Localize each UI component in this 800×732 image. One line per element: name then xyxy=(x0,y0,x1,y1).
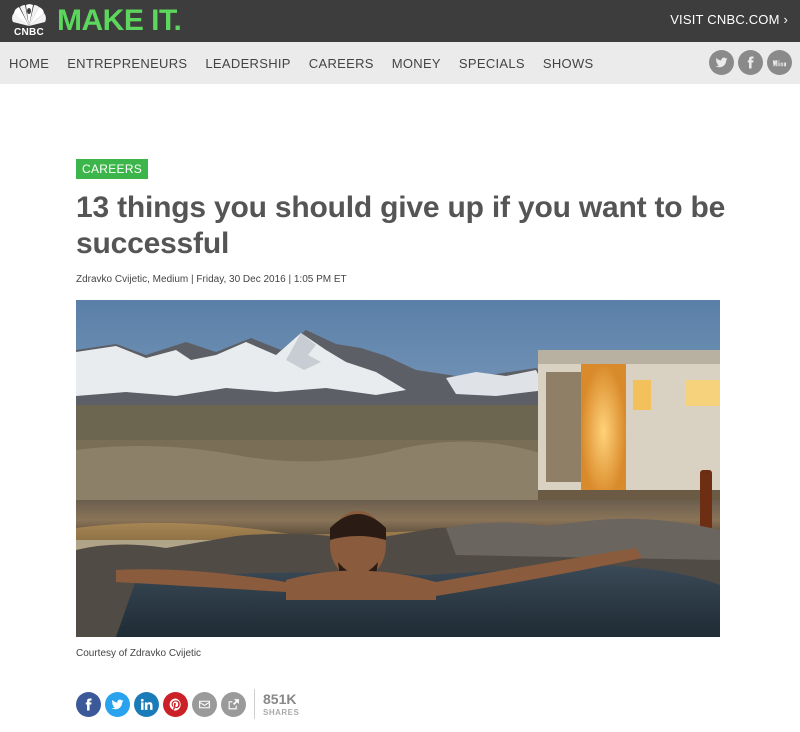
nav-item-careers[interactable]: CAREERS xyxy=(309,56,374,71)
youtube-icon xyxy=(773,60,786,67)
facebook-icon xyxy=(85,698,92,710)
nav-list: HOME ENTREPRENEURS LEADERSHIP CAREERS MO… xyxy=(9,42,612,84)
share-email-button[interactable] xyxy=(192,691,217,717)
share-more-button[interactable] xyxy=(221,691,246,717)
cnbc-wordmark[interactable]: CNBC xyxy=(8,27,50,38)
make-it-logo[interactable]: MAKE IT. xyxy=(57,4,182,38)
category-tag[interactable]: CAREERS xyxy=(76,159,149,179)
image-caption: Courtesy of Zdravko Cvijetic xyxy=(76,648,202,659)
nav-item-shows[interactable]: SHOWS xyxy=(543,56,594,71)
nav-item-entrepreneurs[interactable]: ENTREPRENEURS xyxy=(67,56,187,71)
visit-cnbc-link[interactable]: VISIT CNBC.COM › xyxy=(670,12,788,27)
hero-image xyxy=(76,300,720,637)
header-twitter-button[interactable] xyxy=(709,50,734,75)
article-headline: 13 things you should give up if you want… xyxy=(76,191,726,260)
share-twitter-button[interactable] xyxy=(105,691,130,717)
header-youtube-button[interactable] xyxy=(767,50,792,75)
share-bar: 851K SHARES xyxy=(76,689,299,719)
header-facebook-button[interactable] xyxy=(738,50,763,75)
share-count-label: SHARES xyxy=(263,707,300,717)
nav-item-home[interactable]: HOME xyxy=(9,56,49,71)
share-linkedin-button[interactable] xyxy=(134,691,159,717)
linkedin-icon xyxy=(140,698,153,710)
pinterest-icon xyxy=(169,698,181,711)
main-nav: HOME ENTREPRENEURS LEADERSHIP CAREERS MO… xyxy=(0,42,800,84)
share-facebook-button[interactable] xyxy=(76,691,101,717)
nav-item-leadership[interactable]: LEADERSHIP xyxy=(205,56,290,71)
twitter-icon xyxy=(111,699,124,709)
header-social-links xyxy=(709,50,792,75)
share-count: 851K xyxy=(263,690,297,707)
share-counter: 851K SHARES xyxy=(263,692,299,717)
email-icon xyxy=(199,700,210,708)
share-icon xyxy=(228,698,239,709)
hero-photo-illustration xyxy=(76,300,720,637)
nav-item-specials[interactable]: SPECIALS xyxy=(459,56,525,71)
article-byline: Zdravko Cvijetic, Medium | Friday, 30 De… xyxy=(76,274,347,285)
share-divider xyxy=(254,689,255,719)
twitter-icon xyxy=(715,57,728,68)
facebook-icon xyxy=(747,56,754,69)
nav-item-money[interactable]: MONEY xyxy=(392,56,441,71)
top-bar: CNBC MAKE IT. VISIT CNBC.COM › xyxy=(0,0,800,42)
share-pinterest-button[interactable] xyxy=(163,691,188,717)
